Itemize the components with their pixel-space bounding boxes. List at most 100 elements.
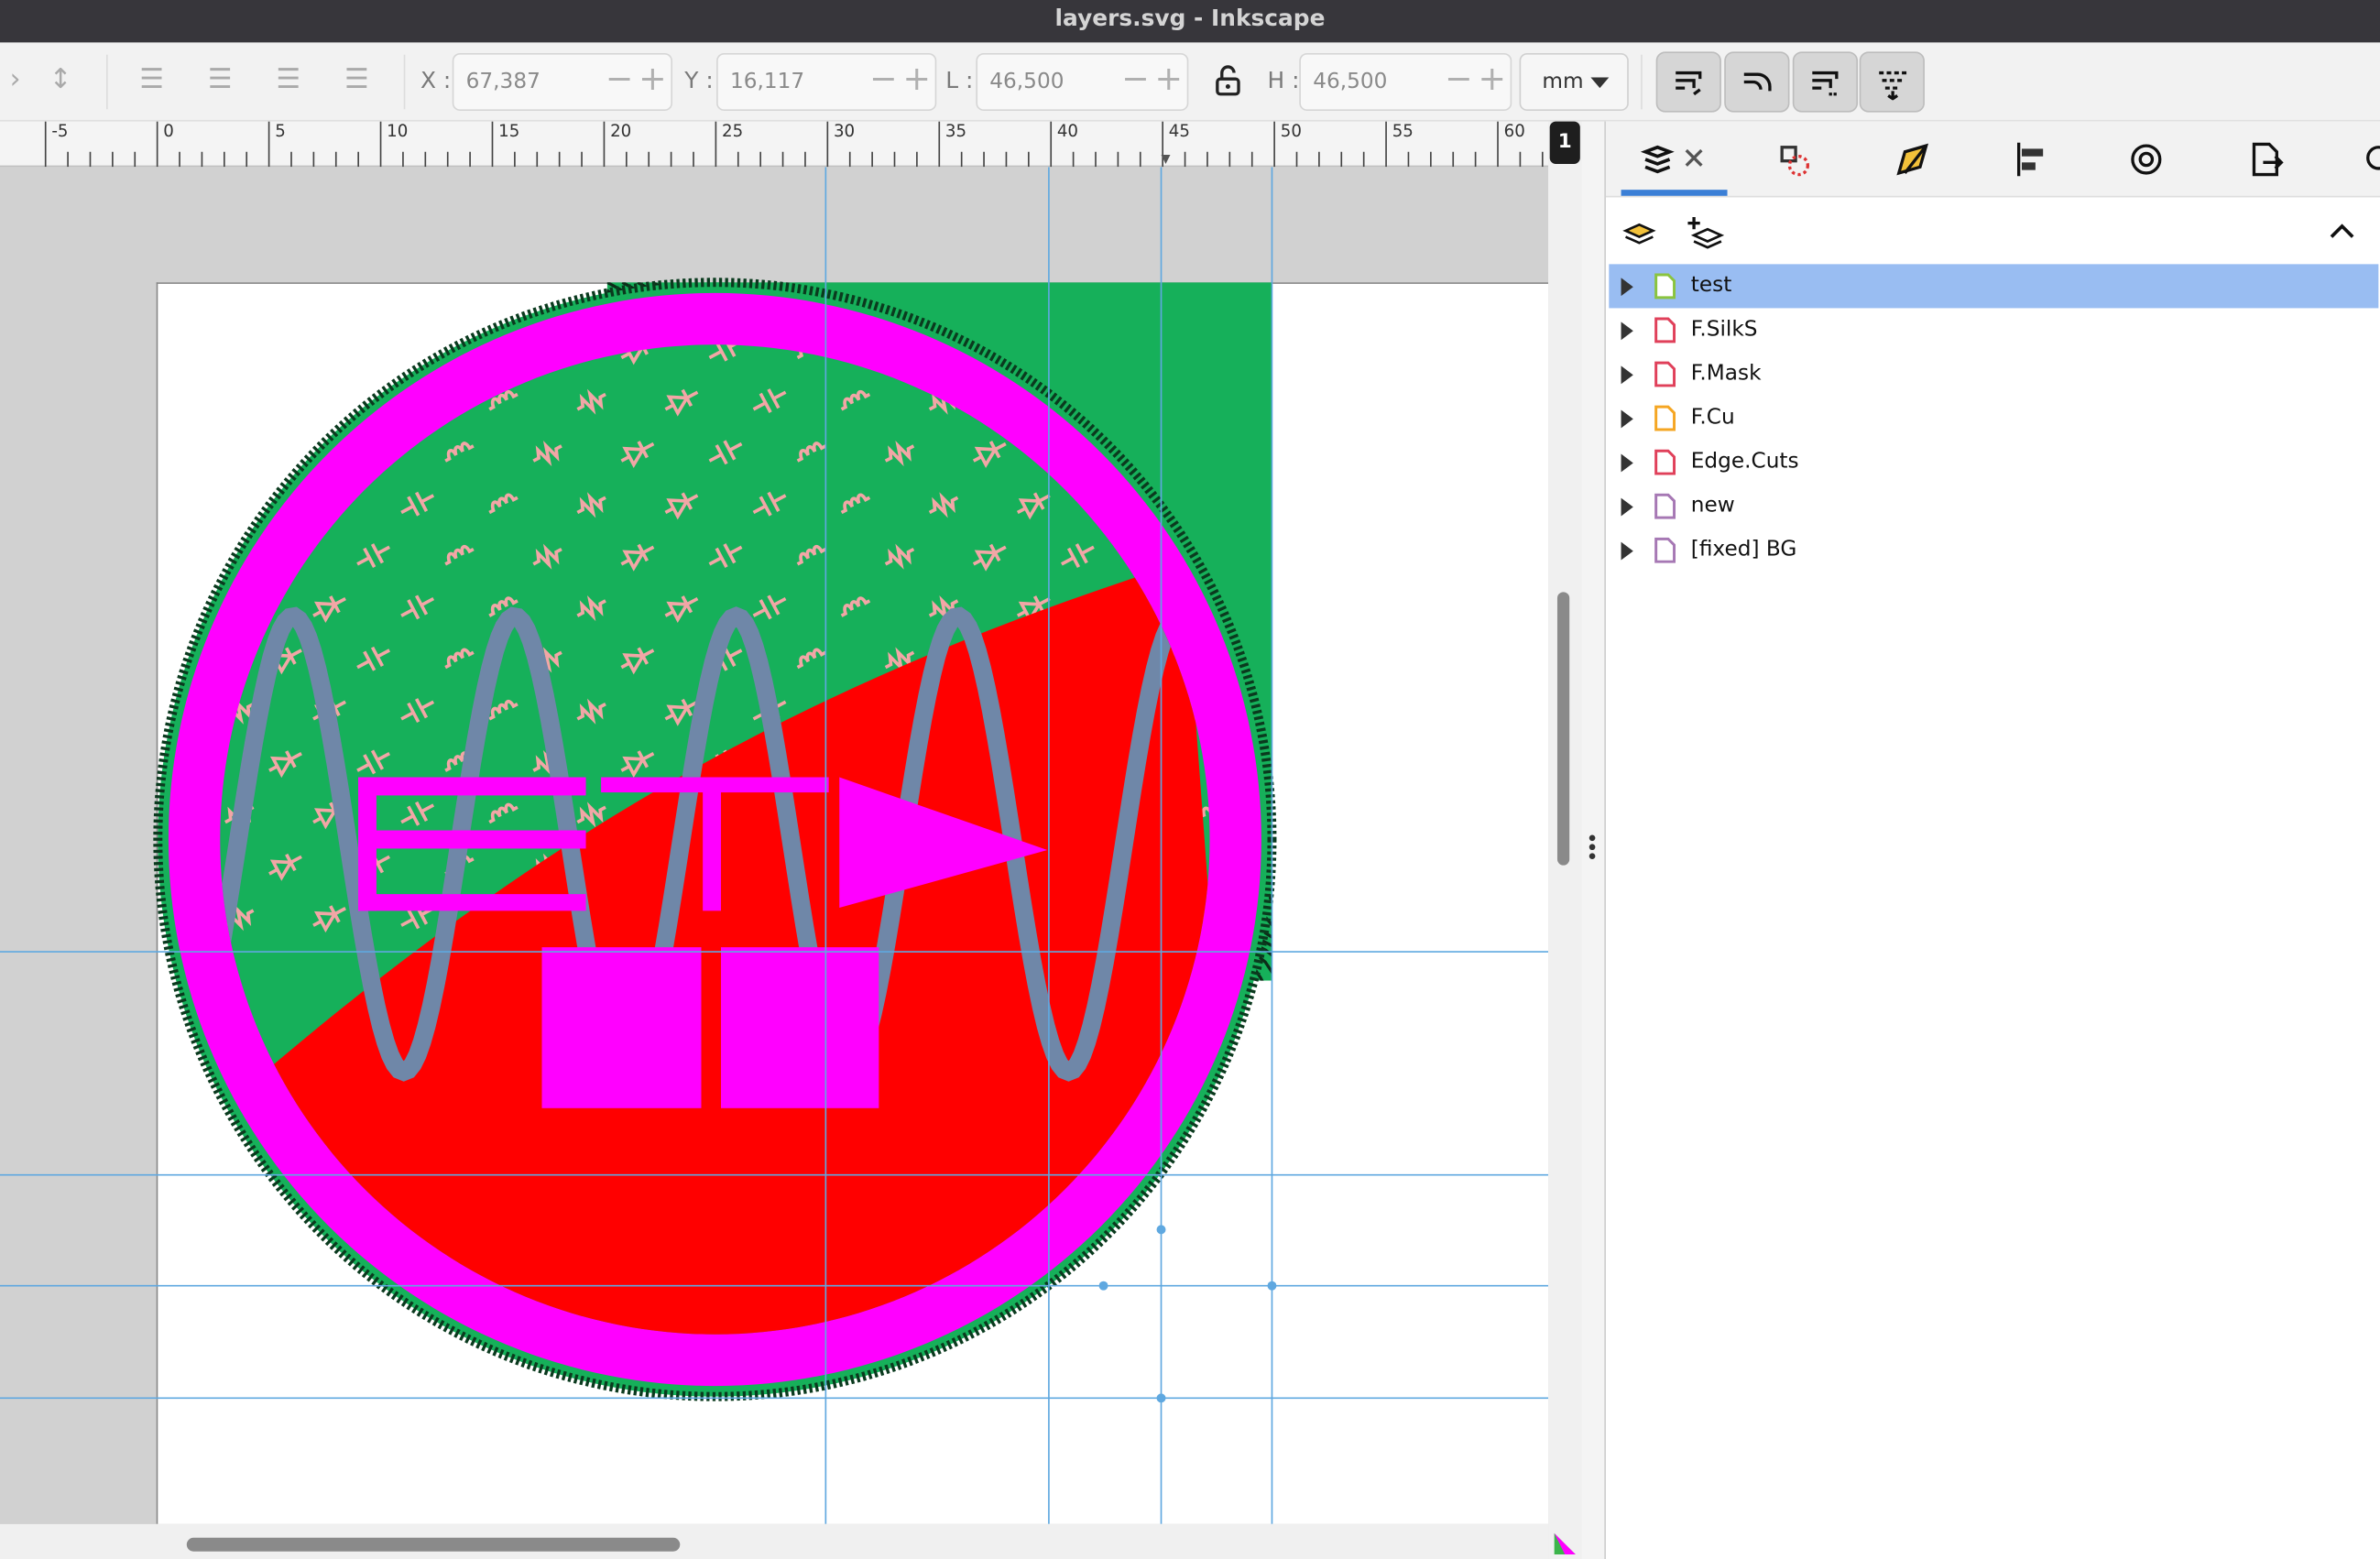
close-tab-icon[interactable] — [1673, 136, 1719, 182]
guide-anchor[interactable] — [1267, 1281, 1277, 1291]
x-decrement-button[interactable]: − — [604, 63, 634, 97]
expand-arrow-icon[interactable] — [1621, 365, 1633, 385]
x-increment-button[interactable]: + — [638, 63, 668, 97]
height-label: H : — [1267, 66, 1300, 94]
fill-stroke-tab-icon[interactable] — [1890, 136, 1936, 182]
y-value: 16,117 — [729, 70, 805, 94]
lock-ratio-icon[interactable] — [1211, 64, 1244, 97]
transform-gradients-button[interactable] — [1792, 51, 1859, 113]
expand-arrow-icon[interactable] — [1621, 497, 1633, 517]
layer-name: Edge.Cuts — [1690, 449, 1799, 474]
canvas[interactable] — [0, 167, 1549, 1524]
horizontal-ruler[interactable]: -5 0 5 10 15 20 25 30 35 40 45 50 55 60 — [0, 121, 1549, 168]
guide-anchor[interactable] — [1098, 1281, 1108, 1291]
expand-arrow-icon[interactable] — [1621, 541, 1633, 561]
toolbar-separator — [105, 54, 108, 110]
diode-symbol — [312, 388, 346, 417]
diode-symbol — [268, 441, 302, 469]
x-label: X : — [420, 66, 452, 94]
horizontal-scroll-thumb[interactable] — [186, 1537, 681, 1552]
ruler-label: 40 — [1057, 122, 1078, 141]
right-square — [721, 947, 879, 1108]
height-increment-button[interactable]: + — [1477, 63, 1507, 97]
add-layer-icon[interactable] — [1685, 213, 1725, 252]
layer-row-f-cu[interactable]: F.Cu — [1609, 397, 2378, 441]
horizontal-scrollbar[interactable] — [0, 1523, 1549, 1559]
e-top-bar — [358, 777, 586, 796]
scale-corners-icon — [1743, 72, 1772, 92]
y-label: Y : — [684, 66, 714, 94]
width-decrement-button[interactable]: − — [1120, 63, 1151, 97]
vertical-scroll-thumb[interactable] — [1556, 592, 1570, 866]
raise-icon[interactable]: ☰ — [205, 64, 235, 97]
layer-icon — [1654, 317, 1676, 343]
chevron-up-icon[interactable] — [2327, 217, 2357, 247]
expand-arrow-icon[interactable] — [1621, 278, 1633, 297]
layer-row-test[interactable]: test — [1609, 264, 2379, 309]
lower-icon[interactable]: ☰ — [273, 64, 303, 97]
inkscape-window: layers.svg - Inkscape › ↕ ☰ ☰ ☰ ☰ X : 67… — [0, 0, 2380, 1559]
expand-arrow-icon[interactable] — [1621, 409, 1633, 429]
search-tab-icon[interactable] — [2357, 136, 2380, 182]
ruler-label: 60 — [1504, 122, 1525, 141]
flip-horizontal-icon[interactable]: › — [0, 64, 30, 97]
width-label: L : — [945, 66, 974, 94]
flip-vertical-icon[interactable]: ↕ — [46, 64, 76, 97]
toolbar-separator — [1641, 54, 1643, 110]
width-field[interactable]: 46,500 − + — [976, 53, 1189, 111]
ruler-label: 55 — [1392, 122, 1414, 141]
panel-divider[interactable] — [1581, 121, 1605, 1559]
layer-row-f-mask[interactable]: F.Mask — [1609, 352, 2378, 396]
scale-stroke-icon — [1676, 71, 1702, 96]
width-increment-button[interactable]: + — [1153, 63, 1184, 97]
layer-icon — [1654, 493, 1676, 519]
ruler-ticks: -5 0 5 10 15 20 25 30 35 40 45 50 55 60 — [44, 121, 1544, 168]
y-increment-button[interactable]: + — [901, 63, 932, 97]
guide-anchor[interactable] — [1156, 1393, 1166, 1403]
ruler-label: 15 — [498, 122, 519, 141]
layer-row-f-silks[interactable]: F.SilkS — [1609, 308, 2378, 352]
objects-tab-icon[interactable] — [1770, 136, 1816, 182]
layer-name: F.Cu — [1690, 405, 1735, 431]
layer-name: F.Mask — [1690, 361, 1762, 386]
unit-dropdown[interactable]: mm — [1519, 53, 1629, 111]
circle-badge[interactable] — [153, 278, 1277, 1401]
layer-row-fixed-bg[interactable]: [fixed] BG — [1609, 529, 2378, 572]
resistor-symbol — [224, 492, 255, 518]
export-tab-icon[interactable] — [2242, 136, 2287, 182]
y-decrement-button[interactable]: − — [868, 63, 899, 97]
y-field[interactable]: 16,117 − + — [716, 53, 937, 111]
ruler-label: 45 — [1169, 122, 1190, 141]
align-tab-icon[interactable] — [2006, 136, 2052, 182]
page-number-badge: 1 — [1549, 121, 1580, 164]
height-decrement-button[interactable]: − — [1444, 63, 1474, 97]
resistor-symbol — [224, 388, 255, 415]
toolbar-separator — [403, 54, 406, 110]
layer-row-edge-cuts[interactable]: Edge.Cuts — [1609, 441, 2378, 485]
x-field[interactable]: 67,387 − + — [452, 53, 673, 111]
expand-arrow-icon[interactable] — [1621, 322, 1633, 341]
raise-to-top-icon[interactable]: ☰ — [136, 64, 167, 97]
grip-dots-icon[interactable] — [1588, 834, 1596, 842]
guide-anchor[interactable] — [1156, 1225, 1166, 1235]
drawing[interactable] — [0, 167, 1549, 1524]
lower-to-bottom-icon[interactable]: ☰ — [342, 64, 372, 97]
ruler-label: 25 — [722, 122, 743, 141]
layer-row-new[interactable]: new — [1609, 485, 2378, 529]
x-value: 67,387 — [465, 70, 540, 94]
resistor-symbol — [178, 336, 213, 365]
height-field[interactable]: 46,500 − + — [1299, 53, 1512, 111]
layer-icon — [1654, 405, 1676, 431]
scale-stroke-button[interactable] — [1655, 51, 1721, 113]
scale-corners-button[interactable] — [1724, 51, 1790, 113]
layer-icon — [1654, 537, 1676, 563]
unit-value: mm — [1542, 70, 1584, 94]
color-triangle-icon[interactable] — [1551, 1531, 1578, 1558]
symbols-tab-icon[interactable] — [2123, 136, 2169, 182]
expand-arrow-icon[interactable] — [1621, 453, 1633, 473]
layer-visibility-icon[interactable] — [1621, 215, 1658, 248]
tool-controls-bar: › ↕ ☰ ☰ ☰ ☰ X : 67,387 − + Y : 16,117 − … — [0, 42, 2380, 122]
vertical-scrollbar[interactable]: 1 — [1548, 121, 1582, 1559]
transform-patterns-button[interactable] — [1859, 51, 1925, 113]
ruler-label: 35 — [945, 122, 966, 141]
